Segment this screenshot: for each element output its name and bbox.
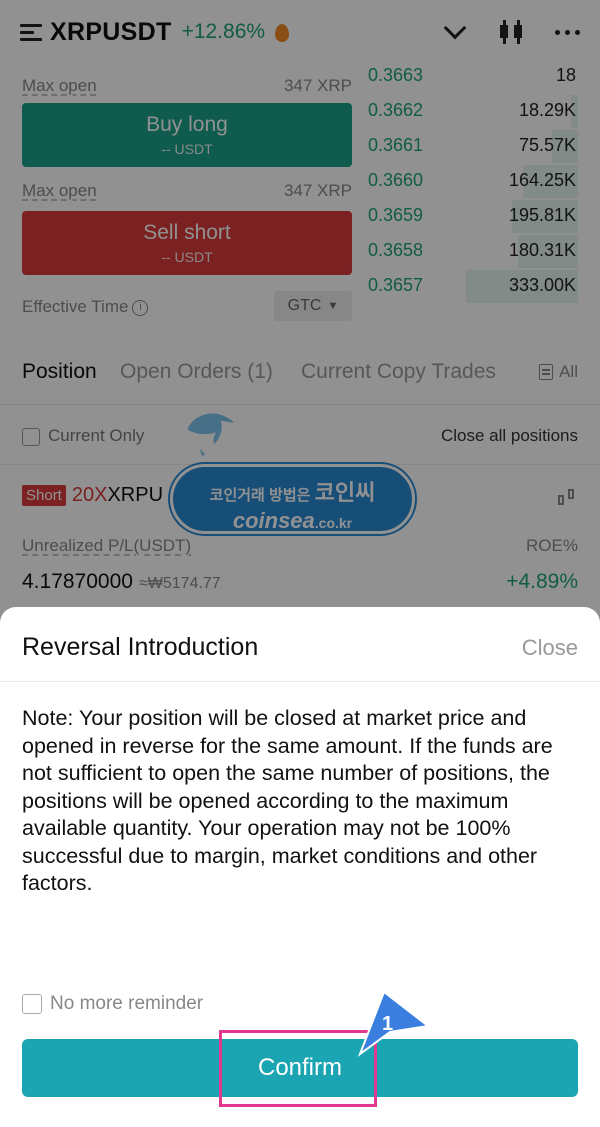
pointer-arrow-icon xyxy=(357,990,431,1057)
dialog-title: Reversal Introduction xyxy=(22,633,259,661)
dialog-note: Note: Your position will be closed at ma… xyxy=(22,706,553,895)
step-number: 1 xyxy=(382,1013,394,1035)
highlight-box xyxy=(219,1030,377,1107)
dialog-close-button[interactable]: Close xyxy=(522,635,578,661)
no-more-reminder-toggle[interactable]: No more reminder xyxy=(22,993,203,1015)
dialog-divider xyxy=(0,681,600,682)
checkbox[interactable] xyxy=(22,994,42,1014)
no-more-reminder-label: No more reminder xyxy=(50,993,204,1014)
